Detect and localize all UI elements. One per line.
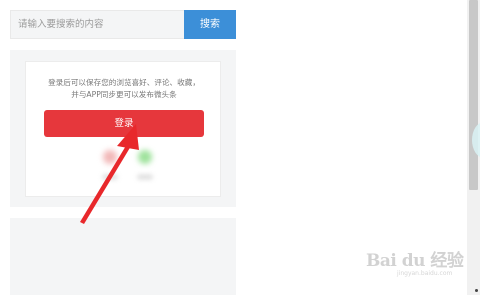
login-card: 登录后可以保存您的浏览喜好、评论、收藏， 并与APP同步更可以发布微头条 登录 [25,61,221,197]
watermark-url: jingyan.baidu.com [397,270,453,277]
login-button[interactable]: 登录 [44,110,204,137]
search-bar: 搜索 [10,10,236,39]
search-button[interactable]: 搜索 [184,10,236,39]
content-placeholder-panel [10,218,236,295]
scrollbar-thumb[interactable] [469,0,478,190]
login-description-line2: 并与APP同步更可以发布微头条 [71,90,177,99]
social-login-row [26,150,222,190]
dot-icon [475,289,478,292]
blurred-social-icon[interactable] [103,150,117,164]
wechat-icon[interactable] [138,150,152,164]
search-input[interactable] [11,11,192,38]
login-description: 登录后可以保存您的浏览喜好、评论、收藏， 并与APP同步更可以发布微头条 [32,77,216,101]
login-panel: 登录后可以保存您的浏览喜好、评论、收藏， 并与APP同步更可以发布微头条 登录 [10,50,236,207]
social-label-blurred [102,174,118,180]
login-description-line1: 登录后可以保存您的浏览喜好、评论、收藏， [48,78,200,87]
social-label-blurred [137,174,153,180]
